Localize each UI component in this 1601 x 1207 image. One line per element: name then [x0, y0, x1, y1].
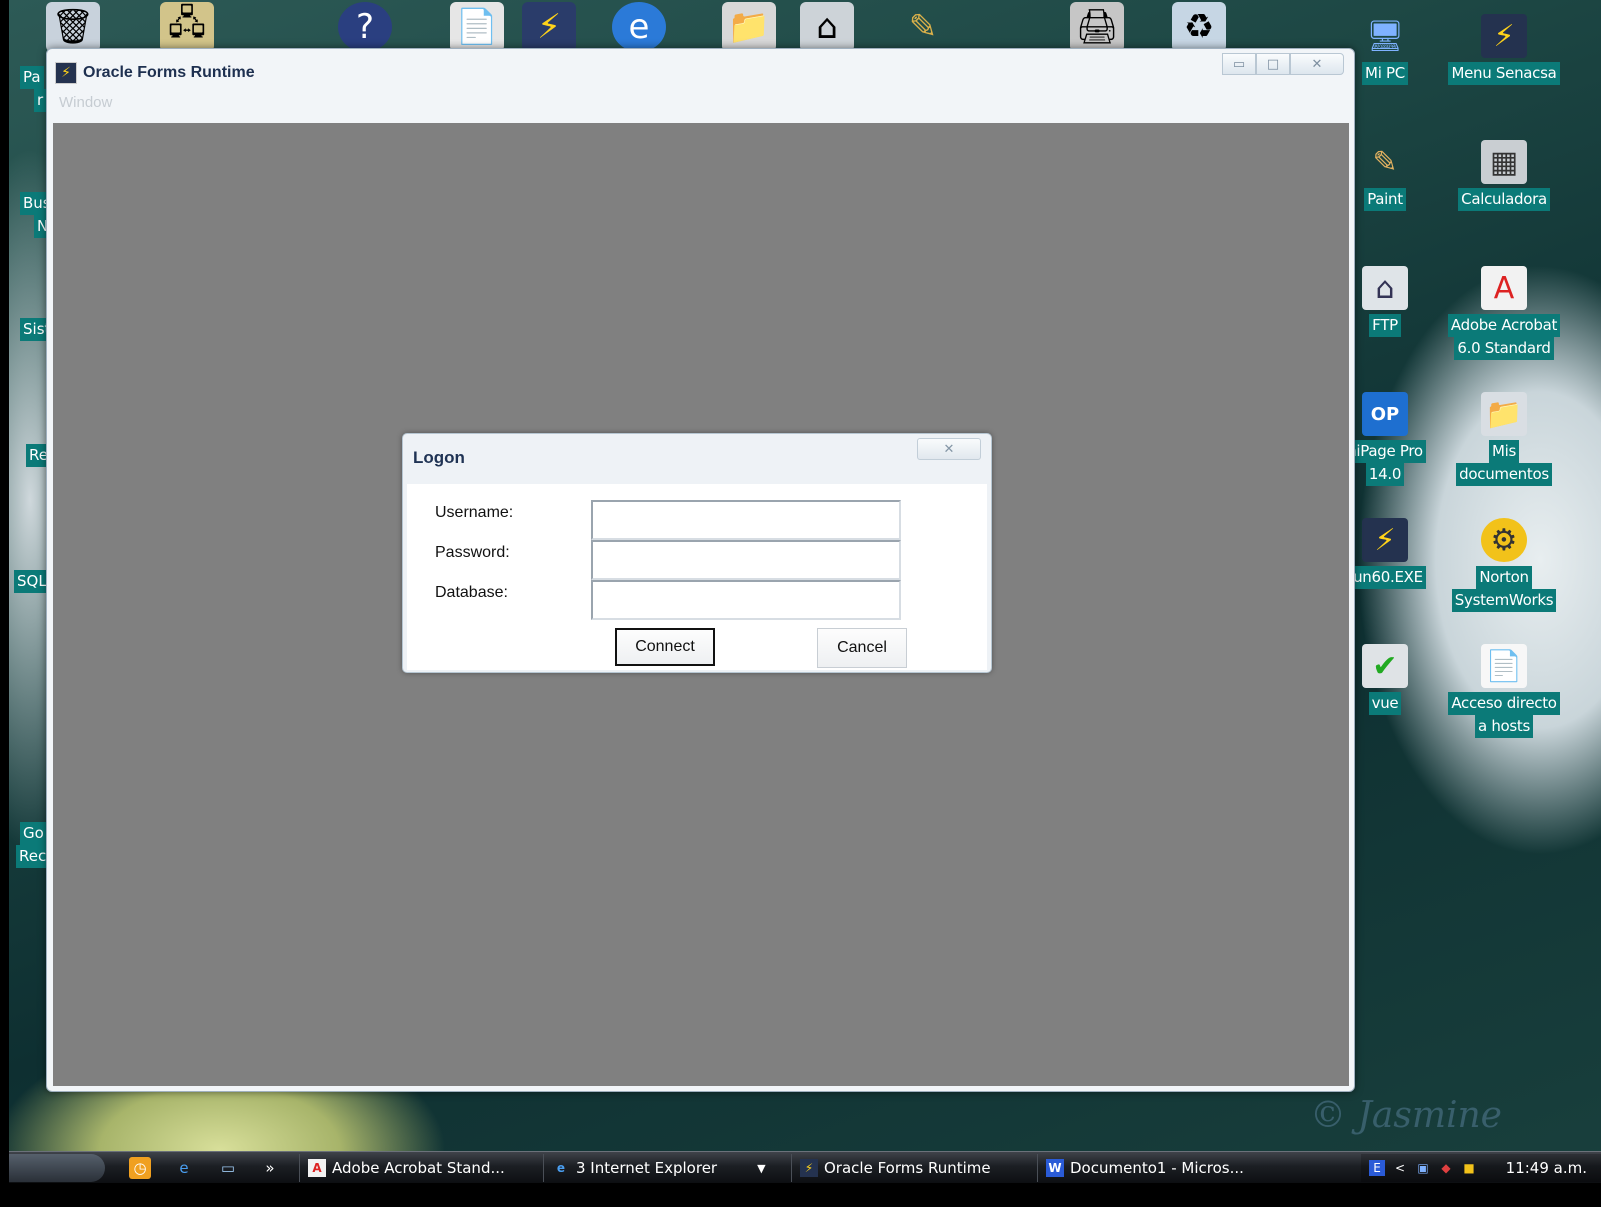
taskbar-item-label: Documento1 - Micros... [1070, 1159, 1244, 1177]
window-titlebar[interactable]: ⚡ Oracle Forms Runtime [55, 59, 255, 87]
printer-icon[interactable]: 🖨 [1070, 2, 1124, 52]
maximize-button[interactable]: □ [1256, 53, 1290, 75]
taskbar-item-word[interactable]: W Documento1 - Micros... [1037, 1154, 1281, 1182]
desktop-icon-label-line2: 14.0 [1365, 463, 1405, 486]
help-icon[interactable]: ? [338, 2, 392, 52]
desktop-icon-label-line2: documentos [1456, 463, 1552, 486]
network-icon[interactable]: 🖧 [160, 2, 214, 52]
desktop-label-left[interactable]: r [34, 89, 47, 112]
database-label: Database: [435, 584, 508, 601]
taskbar-item-acrobat[interactable]: A Adobe Acrobat Stand... [299, 1154, 539, 1182]
connect-button[interactable]: Connect [615, 628, 715, 666]
cancel-button[interactable]: Cancel [817, 628, 907, 668]
taskbar-item-oracle-forms[interactable]: ⚡ Oracle Forms Runtime [791, 1154, 1035, 1182]
desktop-icon-norton[interactable]: ⚙ Norton SystemWorks [1446, 518, 1562, 612]
desktop-icon-label-line2: a hosts [1474, 715, 1534, 738]
taskbar-clock[interactable]: 11:49 a.m. [1506, 1159, 1587, 1177]
username-label: Username: [435, 504, 514, 521]
desktop-icon-label: vue [1368, 692, 1402, 715]
password-label: Password: [435, 544, 510, 561]
folder-icon[interactable]: 📁 [722, 2, 776, 52]
desktop-icon-menu-senacsa[interactable]: ⚡ Menu Senacsa [1446, 14, 1562, 85]
run60-icon: ⚡ [1362, 518, 1408, 562]
desktop-icon-mis-documentos[interactable]: 📁 Mis documentos [1446, 392, 1562, 486]
forms-app-icon: ⚡ [800, 1159, 818, 1177]
desktop-icon-label: Calculadora [1458, 188, 1550, 211]
acrobat-icon: A [308, 1159, 326, 1177]
desktop-icon-label: run60.EXE [1344, 566, 1426, 589]
password-field[interactable] [591, 540, 901, 580]
forms-app-icon[interactable]: ⚡ [522, 2, 576, 52]
desktop-icon-calculadora[interactable]: ▦ Calculadora [1446, 140, 1562, 211]
security-tray-icon[interactable]: ◆ [1438, 1160, 1454, 1176]
desktop-icon-label: Mi PC [1362, 62, 1408, 85]
language-icon[interactable]: E [1369, 1160, 1385, 1176]
desktop-icon-label-line2: SystemWorks [1451, 589, 1557, 612]
dialog-title: Logon [413, 448, 465, 467]
desktop-icon-label: Mis [1488, 440, 1520, 463]
chevron-down-icon[interactable]: ▼ [757, 1162, 765, 1175]
computer-icon: 🖥 [1365, 18, 1405, 54]
windows-flag-icon[interactable]: ■ [1461, 1160, 1477, 1176]
dialog-body: Username: Password: Database: Connect Ca… [407, 484, 987, 670]
logon-dialog[interactable]: Logon ✕ Username: Password: Database: Co… [402, 433, 992, 673]
database-field[interactable] [591, 580, 901, 620]
forms-app-icon: ⚡ [1481, 14, 1527, 58]
desktop-icon-label: Menu Senacsa [1448, 62, 1560, 85]
desktop-quicklaunch-icon[interactable]: ▭ [217, 1157, 239, 1179]
ie-quicklaunch-icon[interactable]: e [173, 1157, 195, 1179]
paint-icon: ✎ [1372, 144, 1398, 180]
tray-expand-icon[interactable]: < [1392, 1160, 1408, 1176]
taskbar-item-label: Adobe Acrobat Stand... [332, 1159, 505, 1177]
desktop-icon-acceso-directo[interactable]: 📄 Acceso directo a hosts [1446, 644, 1562, 738]
paint-icon[interactable]: ✎ [896, 2, 950, 52]
start-button[interactable] [9, 1154, 105, 1182]
desktop-icon-label: Adobe Acrobat [1447, 314, 1561, 337]
wallpaper-signature: © Jasmine [1310, 1095, 1502, 1136]
taskbar: ◷ e ▭ » A Adobe Acrobat Stand... e 3 Int… [9, 1151, 1601, 1183]
menu-window[interactable]: Window [59, 94, 112, 111]
ie-icon[interactable]: e [612, 2, 666, 52]
desktop-icon-label: Acceso directo [1448, 692, 1560, 715]
desktop-icon-label: Norton [1476, 566, 1532, 589]
desktop-icon-label: FTP [1369, 314, 1401, 337]
screen-edge [0, 0, 9, 1207]
desktop-icon-label: niPage Pro [1344, 440, 1426, 463]
desktop-icon-label-line2: 6.0 Standard [1454, 337, 1554, 360]
omnipage-icon: OP [1362, 392, 1408, 436]
norton-icon: ⚙ [1481, 518, 1527, 562]
word-icon: W [1046, 1159, 1064, 1177]
username-field[interactable] [591, 500, 901, 540]
desktop-icon-label: Paint [1364, 188, 1406, 211]
window-controls: ▭ □ ✕ [1222, 53, 1344, 75]
recycle-icon[interactable]: ♻ [1172, 2, 1226, 52]
forms-app-icon: ⚡ [55, 62, 77, 84]
screen-bottom-edge [0, 1183, 1601, 1207]
taskbar-item-ie[interactable]: e 3 Internet Explorer ▼ [543, 1154, 787, 1182]
taskbar-item-label: 3 Internet Explorer [576, 1159, 718, 1177]
shortcut-file-icon: 📄 [1481, 644, 1527, 688]
desktop-label-left[interactable]: Go [20, 822, 47, 845]
network-tray-icon[interactable]: ▣ [1415, 1160, 1431, 1176]
desktop-icon-adobe-acrobat[interactable]: A Adobe Acrobat 6.0 Standard [1446, 266, 1562, 360]
documents-icon: 📁 [1481, 392, 1527, 436]
taskbar-item-label: Oracle Forms Runtime [824, 1159, 991, 1177]
ie-icon: e [556, 1161, 566, 1175]
desktop-label-left[interactable]: Rec [16, 845, 50, 868]
clock-quicklaunch-icon[interactable]: ◷ [129, 1157, 151, 1179]
close-button[interactable]: ✕ [1290, 53, 1344, 75]
quicklaunch-more-icon[interactable]: » [259, 1157, 281, 1179]
ftp-icon: ⌂ [1362, 266, 1408, 310]
calculator-icon: ▦ [1481, 140, 1527, 184]
folder-check-icon: ✔ [1362, 644, 1408, 688]
window-title: Oracle Forms Runtime [83, 64, 255, 81]
desktop-label-left[interactable]: SQL [14, 570, 50, 593]
minimize-button[interactable]: ▭ [1222, 53, 1256, 75]
ftp-icon[interactable]: ⌂ [800, 2, 854, 52]
recycle-bin-icon[interactable]: 🗑 [46, 2, 100, 52]
dialog-close-button[interactable]: ✕ [917, 438, 981, 460]
document-icon[interactable]: 📄 [450, 2, 504, 52]
acrobat-icon: A [1481, 266, 1527, 310]
desktop-label-left[interactable]: Pa [20, 66, 44, 89]
